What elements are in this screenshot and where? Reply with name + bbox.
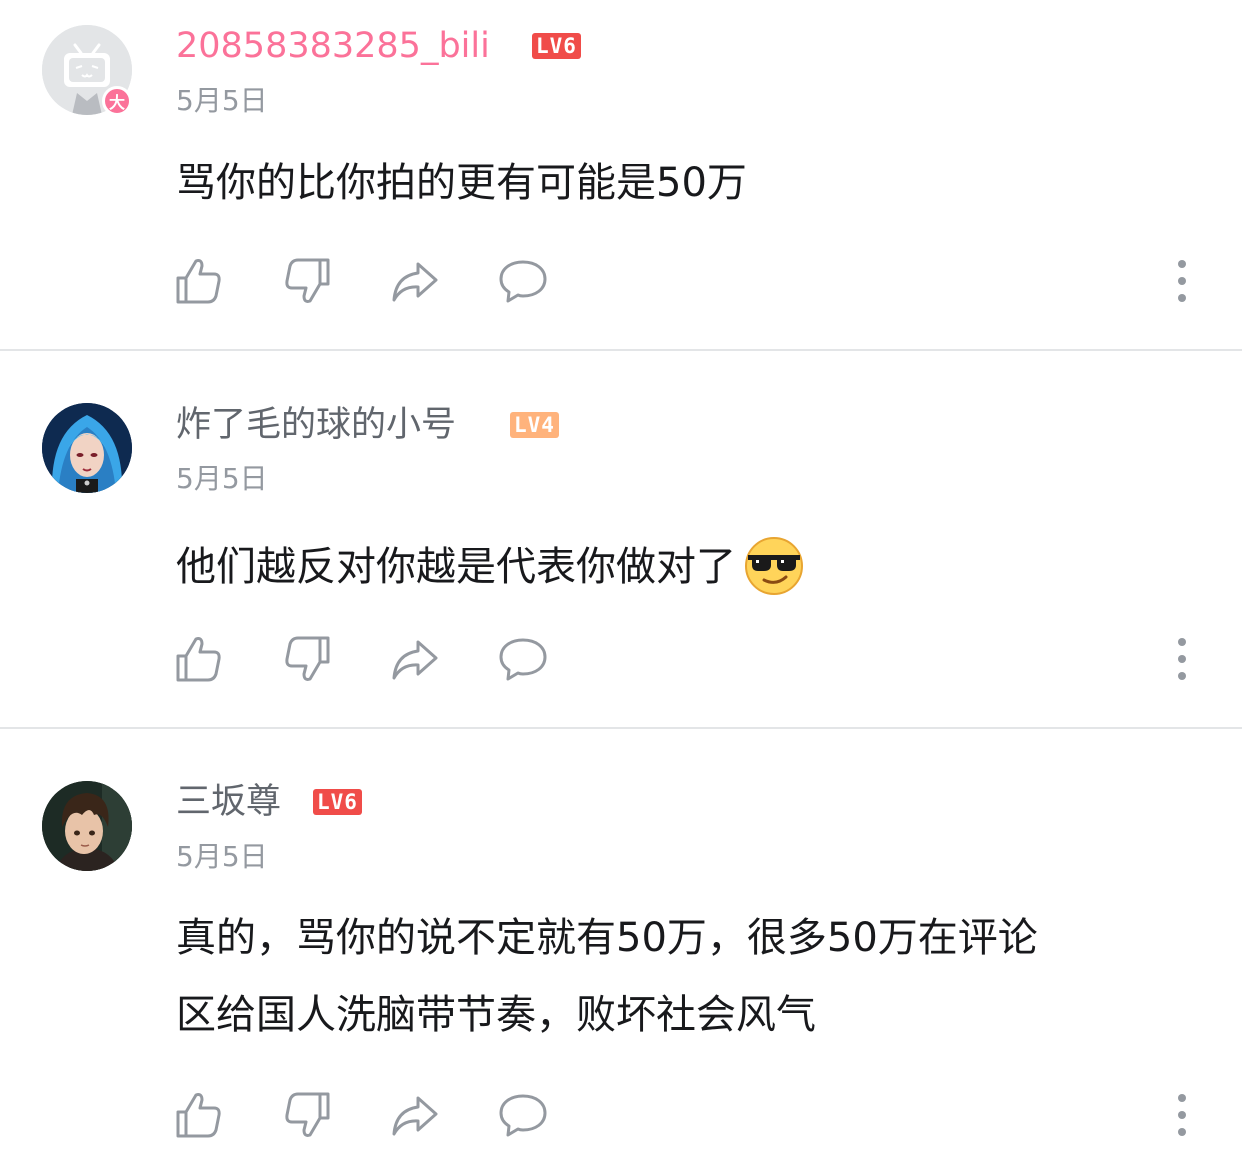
comment-date: 5月5日 <box>176 840 268 873</box>
more-vertical-icon[interactable] <box>1168 1090 1196 1140</box>
comment-text-body: 他们越反对你越是代表你做对了 <box>176 544 736 590</box>
comment-actions <box>0 1090 1242 1140</box>
thumbs-up-icon[interactable] <box>174 1090 224 1140</box>
reply-icon[interactable] <box>498 256 548 306</box>
thumbs-down-icon[interactable] <box>282 634 332 684</box>
more-vertical-icon[interactable] <box>1168 634 1196 684</box>
more-vertical-icon[interactable] <box>1168 256 1196 306</box>
level-badge: LV4 <box>510 412 559 438</box>
comment-text: 他们越反对你越是代表你做对了 <box>176 529 1186 606</box>
comment-item: 大 20858383285_bili LV6 5月5日 骂你的比你拍的更有可能是… <box>0 0 1242 350</box>
avatar[interactable] <box>42 403 132 493</box>
comment-item: 炸了毛的球的小号 LV4 5月5日 他们越反对你越是代表你做对了 <box>0 351 1242 728</box>
share-icon[interactable] <box>390 1090 440 1140</box>
comment-actions <box>0 634 1242 684</box>
comment-item: 三坂尊 LV6 5月5日 真的，骂你的说不定就有50万，很多50万在评论 区给国… <box>0 729 1242 1150</box>
comment-text-line: 真的，骂你的说不定就有50万，很多50万在评论 <box>176 915 1038 961</box>
username[interactable]: 三坂尊 <box>176 780 281 824</box>
sunglasses-emoji-icon <box>745 537 803 595</box>
comment-text: 真的，骂你的说不定就有50万，很多50万在评论 区给国人洗脑带节奏，败坏社会风气 <box>176 900 1186 1054</box>
reply-icon[interactable] <box>498 634 548 684</box>
anime-boy-icon <box>42 781 132 871</box>
username[interactable]: 20858383285_bili <box>176 24 490 68</box>
comment-text-line: 区给国人洗脑带节奏，败坏社会风气 <box>176 992 816 1038</box>
comment-actions <box>0 256 1242 306</box>
vip-badge: 大 <box>102 86 132 116</box>
share-icon[interactable] <box>390 256 440 306</box>
blue-hair-character-icon <box>42 403 132 493</box>
thumbs-down-icon[interactable] <box>282 1090 332 1140</box>
thumbs-up-icon[interactable] <box>174 634 224 684</box>
comment-date: 5月5日 <box>176 84 268 117</box>
comment-date: 5月5日 <box>176 462 268 495</box>
share-icon[interactable] <box>390 634 440 684</box>
level-badge: LV6 <box>532 33 581 59</box>
level-badge: LV6 <box>313 789 362 815</box>
thumbs-down-icon[interactable] <box>282 256 332 306</box>
reply-icon[interactable] <box>498 1090 548 1140</box>
comment-text: 骂你的比你拍的更有可能是50万 <box>176 160 747 206</box>
thumbs-up-icon[interactable] <box>174 256 224 306</box>
username[interactable]: 炸了毛的球的小号 <box>176 403 456 447</box>
avatar[interactable] <box>42 781 132 871</box>
